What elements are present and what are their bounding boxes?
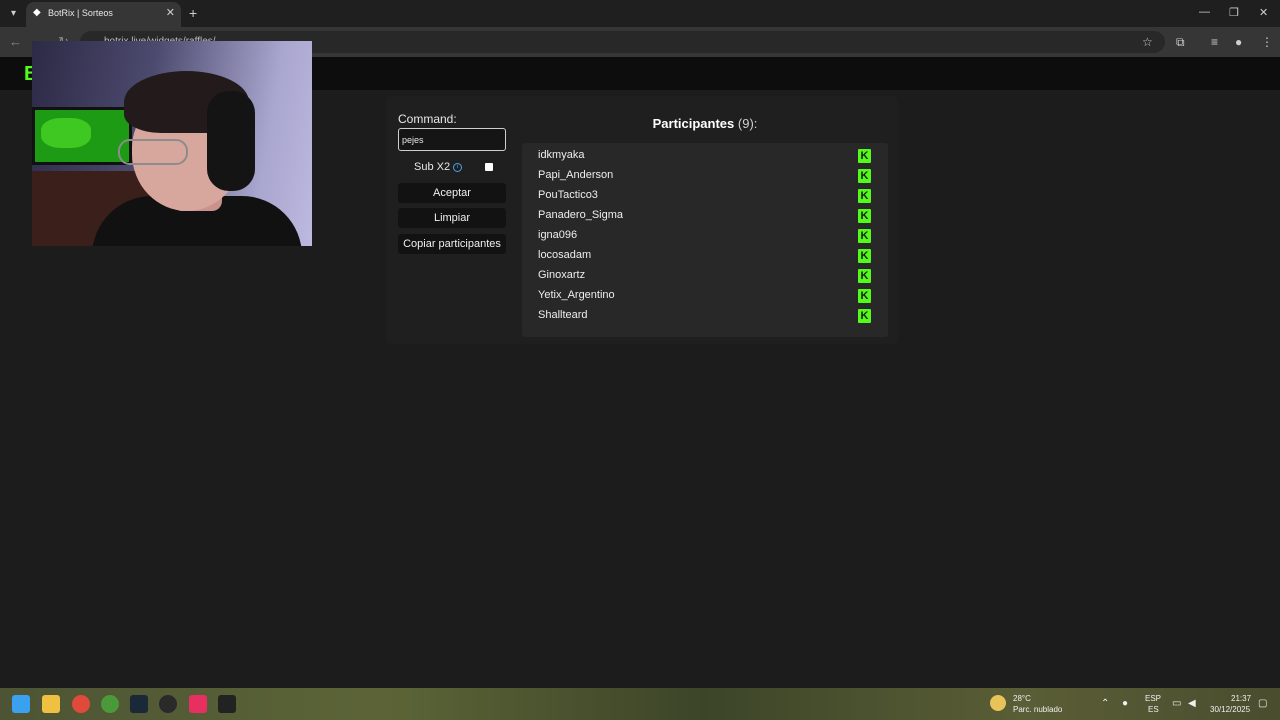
participant-name: PouTactico3 — [538, 189, 598, 201]
tiktok-icon[interactable] — [189, 695, 207, 713]
steam-icon[interactable] — [130, 695, 148, 713]
kick-icon: K — [858, 229, 871, 243]
menu-kebab-icon[interactable]: ⋮ — [1261, 35, 1273, 49]
window-close-icon[interactable]: ✕ — [1259, 6, 1268, 19]
clear-button[interactable]: Limpiar — [398, 208, 506, 228]
back-arrow-icon[interactable]: ← — [9, 34, 22, 49]
kick-icon: K — [858, 189, 871, 203]
weather-icon[interactable] — [990, 695, 1006, 711]
epic-games-icon[interactable] — [218, 695, 236, 713]
list-item: igna096 K — [522, 225, 888, 245]
new-tab-button[interactable]: + — [189, 5, 197, 21]
command-input[interactable] — [398, 128, 506, 151]
botrix-favicon-icon: ◆ — [33, 7, 41, 18]
profile-avatar-icon[interactable]: ● — [1235, 35, 1242, 49]
tab-title: BotRix | Sorteos — [48, 8, 113, 18]
kick-icon: K — [858, 289, 871, 303]
participant-name: Yetix_Argentino — [538, 289, 615, 301]
kick-icon: K — [858, 309, 871, 323]
participant-name: locosadam — [538, 249, 592, 261]
restore-icon[interactable]: ❐ — [1229, 6, 1239, 19]
participant-name: Panadero_Sigma — [538, 209, 624, 221]
weather-desc: Parc. nublado — [1013, 705, 1063, 714]
app-circle-icon[interactable] — [159, 695, 177, 713]
list-item: Shallteard K — [522, 305, 888, 325]
clock-time[interactable]: 21:37 — [1231, 694, 1251, 703]
list-item: Yetix_Argentino K — [522, 285, 888, 305]
microphone-icon[interactable]: ● — [1122, 698, 1128, 709]
kick-icon: K — [858, 209, 871, 223]
tab-close-icon[interactable]: ✕ — [166, 6, 175, 19]
file-explorer-icon[interactable] — [42, 695, 60, 713]
bookmark-star-icon[interactable]: ☆ — [1142, 35, 1153, 49]
participants-heading: Participantes (9): — [522, 116, 888, 131]
accept-button[interactable]: Aceptar — [398, 183, 506, 203]
participant-name: Shallteard — [538, 309, 588, 321]
windows-start-icon[interactable] — [12, 695, 30, 713]
tray-expand-icon[interactable]: ⌃ — [1101, 698, 1109, 709]
webcam-monitor — [32, 107, 132, 165]
list-item: Papi_Anderson K — [522, 165, 888, 185]
volume-icon[interactable]: ◀ — [1188, 698, 1196, 709]
extensions-icon[interactable]: ⧉ — [1176, 35, 1185, 50]
command-label: Command: — [398, 112, 457, 126]
language-top[interactable]: ESP — [1145, 694, 1161, 703]
participant-name: Ginoxartz — [538, 269, 586, 281]
webcam-overlay — [32, 41, 312, 246]
browser-tab[interactable]: ◆ BotRix | Sorteos ✕ — [26, 2, 181, 27]
media-control-icon[interactable]: ≡ — [1211, 35, 1218, 49]
participant-name: Papi_Anderson — [538, 169, 614, 181]
list-item: Panadero_Sigma K — [522, 205, 888, 225]
list-item: idkmyaka K — [522, 145, 888, 165]
minimize-icon[interactable]: — — [1199, 6, 1210, 18]
weather-temp: 28°C — [1013, 694, 1031, 703]
kick-icon: K — [858, 249, 871, 263]
monitor-glow — [41, 118, 91, 148]
participants-title: Participantes — [652, 116, 735, 131]
windows-taskbar: 28°C Parc. nublado ⌃ ● ESP ES ▭ ◀ 21:37 … — [0, 688, 1280, 720]
language-bottom: ES — [1148, 705, 1159, 714]
sub-x2-label: Sub X2 — [414, 161, 451, 173]
clock-date: 30/12/2025 — [1210, 705, 1251, 714]
tab-search-button[interactable]: ▾ — [5, 5, 22, 22]
participant-name: idkmyaka — [538, 149, 585, 161]
info-icon[interactable]: i — [453, 163, 462, 172]
chrome-alt-icon[interactable] — [101, 695, 119, 713]
notifications-icon[interactable]: ▢ — [1258, 698, 1267, 709]
kick-icon: K — [858, 169, 871, 183]
network-icon[interactable]: ▭ — [1172, 698, 1181, 709]
list-item: locosadam K — [522, 245, 888, 265]
chrome-icon[interactable] — [72, 695, 90, 713]
list-item: Ginoxartz K — [522, 265, 888, 285]
participants-list: idkmyaka K Papi_Anderson K PouTactico3 K Pa… — [522, 143, 888, 337]
copy-participants-button[interactable]: Copiar participantes — [398, 234, 506, 254]
participant-name: igna096 — [538, 229, 578, 241]
sub-x2-checkbox[interactable] — [485, 163, 493, 171]
participants-count: (9): — [737, 116, 758, 131]
kick-icon: K — [858, 269, 871, 283]
kick-icon: K — [858, 149, 871, 163]
browser-tab-bar: ▾ ◆ BotRix | Sorteos ✕ + — ❐ ✕ — [0, 0, 1280, 27]
list-item: PouTactico3 K — [522, 185, 888, 205]
webcam-headphones — [207, 91, 255, 191]
webcam-glasses — [118, 139, 188, 165]
